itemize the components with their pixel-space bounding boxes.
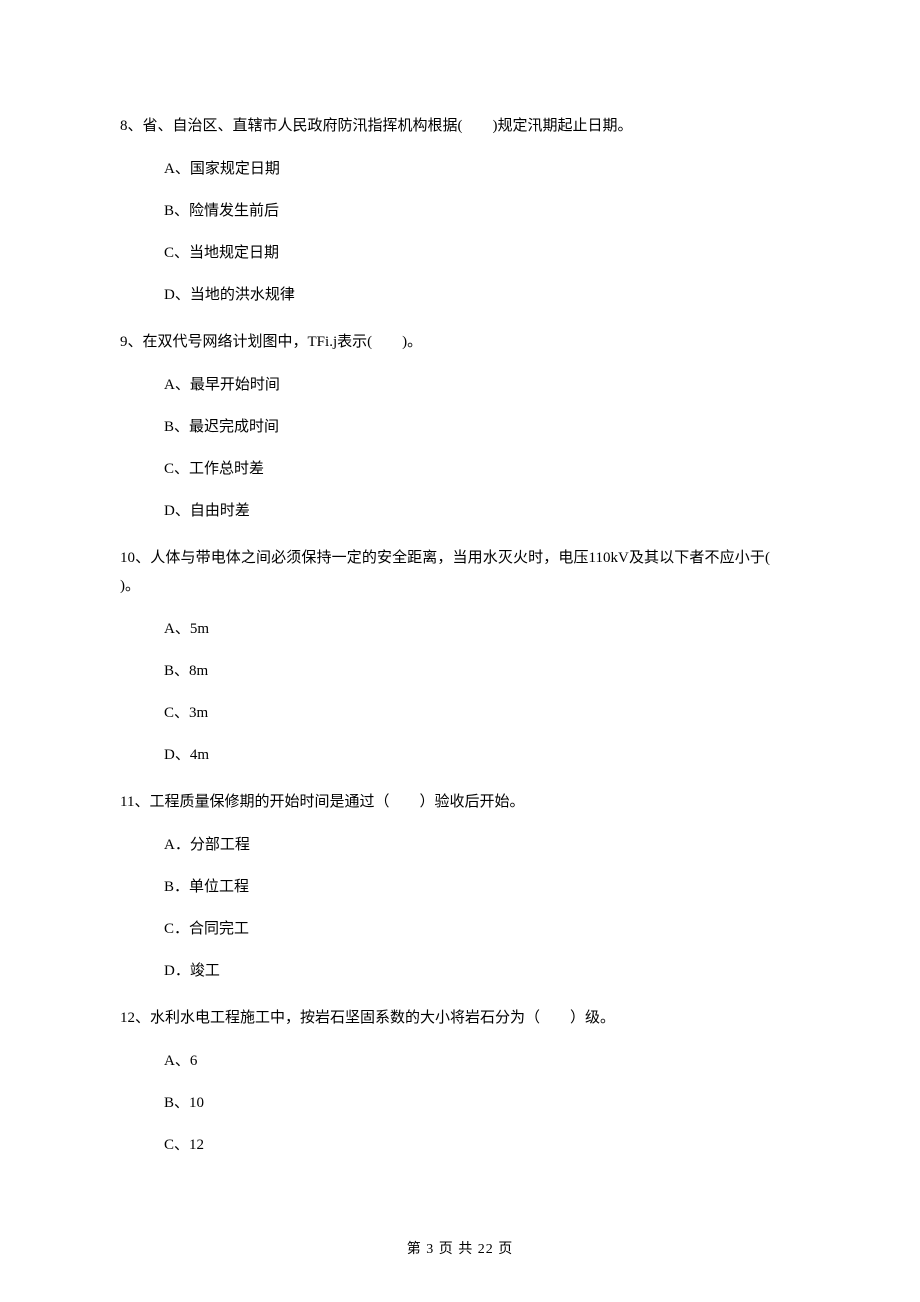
question-8-blank	[463, 112, 493, 140]
page: 8、省、自治区、直辖市人民政府防汛指挥机构根据( )规定汛期起止日期。 A、国家…	[0, 0, 920, 1302]
question-10-options: A、5m B、8m C、3m D、4m	[164, 618, 800, 766]
question-9-opt-b: B、最迟完成时间	[164, 416, 800, 438]
question-12: 12、水利水电工程施工中，按岩石坚固系数的大小将岩石分为（ ）级。 A、6 B、…	[120, 1004, 800, 1156]
question-8-opt-d: D、当地的洪水规律	[164, 284, 800, 306]
question-12-opt-c: C、12	[164, 1134, 800, 1156]
question-9-blank	[372, 328, 402, 356]
question-9-options: A、最早开始时间 B、最迟完成时间 C、工作总时差 D、自由时差	[164, 374, 800, 522]
question-10-opt-b: B、8m	[164, 660, 800, 682]
question-9-num: 9、	[120, 334, 143, 350]
question-10: 10、人体与带电体之间必须保持一定的安全距离，当用水灭火时，电压110kV及其以…	[120, 544, 800, 766]
question-12-text: 12、水利水电工程施工中，按岩石坚固系数的大小将岩石分为（ ）级。	[120, 1004, 800, 1032]
question-10-text: 10、人体与带电体之间必须保持一定的安全距离，当用水灭火时，电压110kV及其以…	[120, 544, 800, 600]
question-10-post: )。	[120, 578, 140, 594]
question-9-opt-c: C、工作总时差	[164, 458, 800, 480]
question-10-opt-c: C、3m	[164, 702, 800, 724]
question-8-pre: 省、自治区、直辖市人民政府防汛指挥机构根据(	[143, 118, 463, 134]
question-8-num: 8、	[120, 118, 143, 134]
question-8-text: 8、省、自治区、直辖市人民政府防汛指挥机构根据( )规定汛期起止日期。	[120, 112, 800, 140]
question-8-options: A、国家规定日期 B、险情发生前后 C、当地规定日期 D、当地的洪水规律	[164, 158, 800, 306]
question-11-num: 11、	[120, 794, 149, 810]
question-11-opt-a: A．分部工程	[164, 834, 800, 856]
question-10-pre: 人体与带电体之间必须保持一定的安全距离，当用水灭火时，电压110kV及其以下者不…	[150, 550, 770, 566]
question-8: 8、省、自治区、直辖市人民政府防汛指挥机构根据( )规定汛期起止日期。 A、国家…	[120, 112, 800, 306]
question-12-opt-b: B、10	[164, 1092, 800, 1114]
question-8-opt-b: B、险情发生前后	[164, 200, 800, 222]
question-9: 9、在双代号网络计划图中，TFi.j表示( )。 A、最早开始时间 B、最迟完成…	[120, 328, 800, 522]
question-11-options: A．分部工程 B．单位工程 C．合同完工 D．竣工	[164, 834, 800, 982]
question-11: 11、工程质量保修期的开始时间是通过（ ）验收后开始。 A．分部工程 B．单位工…	[120, 788, 800, 982]
question-9-pre: 在双代号网络计划图中，TFi.j表示(	[143, 334, 373, 350]
question-11-pre: 工程质量保修期的开始时间是通过（	[149, 794, 389, 810]
question-12-num: 12、	[120, 1010, 150, 1026]
question-11-post: ）验收后开始。	[419, 794, 524, 810]
question-10-blank	[770, 544, 800, 572]
question-12-options: A、6 B、10 C、12	[164, 1050, 800, 1156]
question-11-text: 11、工程质量保修期的开始时间是通过（ ）验收后开始。	[120, 788, 800, 816]
question-11-opt-c: C．合同完工	[164, 918, 800, 940]
question-11-blank	[389, 788, 419, 816]
question-10-opt-d: D、4m	[164, 744, 800, 766]
question-8-opt-c: C、当地规定日期	[164, 242, 800, 264]
question-12-pre: 水利水电工程施工中，按岩石坚固系数的大小将岩石分为（	[150, 1010, 540, 1026]
page-footer: 第 3 页 共 22 页	[0, 1238, 920, 1258]
question-9-post: )。	[402, 334, 422, 350]
question-8-post: )规定汛期起止日期。	[493, 118, 633, 134]
question-8-opt-a: A、国家规定日期	[164, 158, 800, 180]
question-11-opt-b: B．单位工程	[164, 876, 800, 898]
question-9-opt-d: D、自由时差	[164, 500, 800, 522]
question-11-opt-d: D．竣工	[164, 960, 800, 982]
question-12-blank	[540, 1004, 570, 1032]
question-10-opt-a: A、5m	[164, 618, 800, 640]
question-10-num: 10、	[120, 550, 150, 566]
question-9-opt-a: A、最早开始时间	[164, 374, 800, 396]
question-9-text: 9、在双代号网络计划图中，TFi.j表示( )。	[120, 328, 800, 356]
question-12-opt-a: A、6	[164, 1050, 800, 1072]
question-12-post: ）级。	[570, 1010, 615, 1026]
